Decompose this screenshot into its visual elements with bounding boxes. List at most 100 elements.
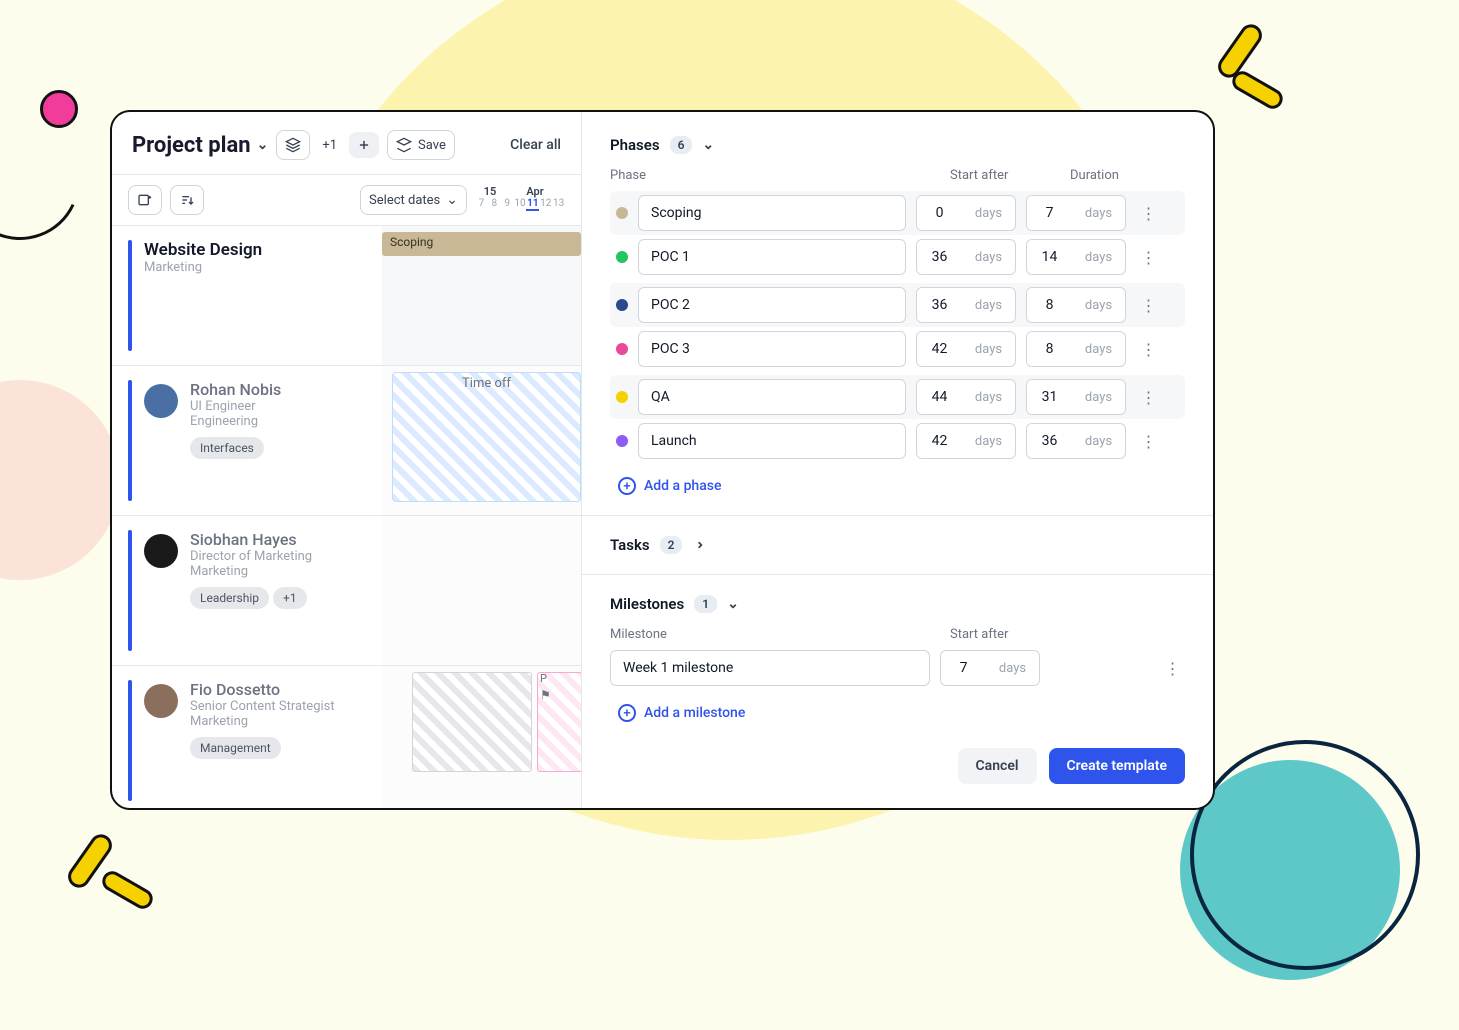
phase-name-input[interactable]	[638, 195, 906, 231]
resource-row: Fio DossettoSenior Content StrategistMar…	[112, 666, 581, 808]
layers-icon	[285, 137, 301, 153]
more-icon[interactable]: ⋮	[1136, 340, 1160, 359]
tasks-section-header[interactable]: Tasks 2 ⌄	[610, 536, 1185, 554]
tag[interactable]: Interfaces	[190, 437, 264, 459]
sort-icon	[179, 192, 195, 208]
bg-slash-icon	[1229, 68, 1287, 113]
phase-duration-input[interactable]: days	[1026, 195, 1126, 231]
phase-name-input[interactable]	[638, 239, 906, 275]
phase-name-input[interactable]	[638, 287, 906, 323]
phase-color-dot[interactable]	[616, 299, 628, 311]
add-phase-label: Add a phase	[644, 478, 721, 494]
phase-duration-input[interactable]: days	[1026, 239, 1126, 275]
phases-list: daysdays⋮daysdays⋮daysdays⋮daysdays⋮days…	[610, 191, 1185, 467]
add-phase-button[interactable]: + Add a phase	[618, 477, 1185, 495]
tag[interactable]: Leadership	[190, 587, 269, 609]
add-milestone-button[interactable]: + Add a milestone	[618, 704, 1185, 722]
cancel-button[interactable]: Cancel	[958, 748, 1037, 784]
phase-name-input[interactable]	[638, 331, 906, 367]
milestone-start-input[interactable]: days	[940, 650, 1040, 686]
select-dates-button[interactable]: Select dates ⌄	[360, 185, 467, 215]
timeline-cell[interactable]: P⚑	[382, 666, 581, 808]
plus-circle-icon: +	[618, 704, 636, 722]
app-window: Project plan ⌄ +1 Save Clear all	[110, 110, 1215, 810]
save-button[interactable]: Save	[387, 130, 455, 160]
tag[interactable]: Management	[190, 737, 281, 759]
plus-icon	[357, 138, 371, 152]
timeline-cell[interactable]: Time off	[382, 366, 581, 515]
col-start: Start after	[950, 627, 1008, 642]
phase-duration-input[interactable]: days	[1026, 331, 1126, 367]
layers-button[interactable]	[276, 130, 310, 160]
phase-start-input[interactable]: days	[916, 331, 1016, 367]
phase-row: days days ⋮	[610, 331, 1185, 367]
more-icon[interactable]: ⋮	[1160, 659, 1184, 678]
timeline-cell[interactable]: Scoping	[382, 226, 581, 365]
phases-section-header[interactable]: Phases 6 ⌄	[610, 136, 1185, 154]
folder-plus-icon	[137, 192, 153, 208]
phase-start-input[interactable]: days	[916, 287, 1016, 323]
plus-circle-icon: +	[618, 477, 636, 495]
add-button[interactable]	[349, 132, 379, 158]
time-off-block[interactable]: Time off	[392, 372, 581, 502]
timeline-day: 7	[475, 198, 488, 211]
phase-color-dot[interactable]	[616, 435, 628, 447]
phase-bar-scoping[interactable]: Scoping	[382, 232, 581, 256]
more-icon[interactable]: ⋮	[1136, 296, 1160, 315]
more-icon[interactable]: ⋮	[1136, 204, 1160, 223]
resource-info: Siobhan HayesDirector of MarketingMarket…	[112, 516, 382, 665]
milestone-name-input[interactable]	[610, 650, 930, 686]
phase-start-input[interactable]: days	[916, 195, 1016, 231]
phase-name-input[interactable]	[638, 379, 906, 415]
bg-ring	[1190, 740, 1420, 970]
phase-row: days days ⋮	[610, 423, 1185, 459]
resource-rows: Website DesignMarketingScopingRohan Nobi…	[112, 226, 581, 808]
left-pane: Project plan ⌄ +1 Save Clear all	[112, 112, 582, 808]
allocation-label: P	[540, 672, 547, 685]
clear-all-button[interactable]: Clear all	[510, 137, 561, 153]
phase-duration-input[interactable]: days	[1026, 287, 1126, 323]
more-icon[interactable]: ⋮	[1136, 432, 1160, 451]
phase-color-dot[interactable]	[616, 343, 628, 355]
timeline-cell[interactable]	[382, 516, 581, 665]
more-icon[interactable]: ⋮	[1136, 248, 1160, 267]
phase-color-dot[interactable]	[616, 391, 628, 403]
phase-duration-input[interactable]: days	[1026, 379, 1126, 415]
milestone-row: days ⋮	[610, 650, 1185, 686]
add-milestone-label: Add a milestone	[644, 705, 745, 721]
phase-name-input[interactable]	[638, 423, 906, 459]
add-resource-button[interactable]	[128, 185, 162, 215]
timeline-day: 11	[526, 198, 539, 211]
milestones-section-header[interactable]: Milestones 1 ⌄	[610, 595, 1185, 613]
month-col: 15	[475, 185, 505, 198]
phase-start-input[interactable]: days	[916, 379, 1016, 415]
tag[interactable]: +1	[273, 587, 307, 609]
page-title-dropdown[interactable]: Project plan ⌄	[132, 133, 268, 158]
row-accent	[128, 240, 132, 351]
phase-row: days days ⋮	[610, 191, 1185, 235]
select-dates-label: Select dates	[369, 193, 440, 208]
resource-row: Rohan NobisUI EngineerEngineeringInterfa…	[112, 366, 581, 516]
chevron-down-icon: ⌄	[257, 137, 269, 153]
more-icon[interactable]: ⋮	[1136, 388, 1160, 407]
allocation-block[interactable]	[412, 672, 532, 772]
sort-button[interactable]	[170, 185, 204, 215]
person-dept: Engineering	[190, 414, 281, 429]
phase-duration-input[interactable]: days	[1026, 423, 1126, 459]
phases-count: 6	[670, 136, 693, 154]
chevron-down-icon: ⌄	[727, 596, 739, 612]
phase-start-input[interactable]: days	[916, 239, 1016, 275]
timeline-day: 13	[552, 198, 565, 211]
time-off-label: Time off	[401, 376, 572, 391]
milestones-title: Milestones	[610, 595, 684, 613]
phase-color-dot[interactable]	[616, 207, 628, 219]
phase-start-input[interactable]: days	[916, 423, 1016, 459]
person-name: Fio Dossetto	[190, 680, 335, 699]
person-name: Rohan Nobis	[190, 380, 281, 399]
allocation-block[interactable]	[537, 672, 581, 772]
avatar	[144, 384, 178, 418]
person-name: Siobhan Hayes	[190, 530, 312, 549]
col-start: Start after	[950, 168, 1070, 183]
create-template-button[interactable]: Create template	[1049, 748, 1186, 784]
phase-color-dot[interactable]	[616, 251, 628, 263]
